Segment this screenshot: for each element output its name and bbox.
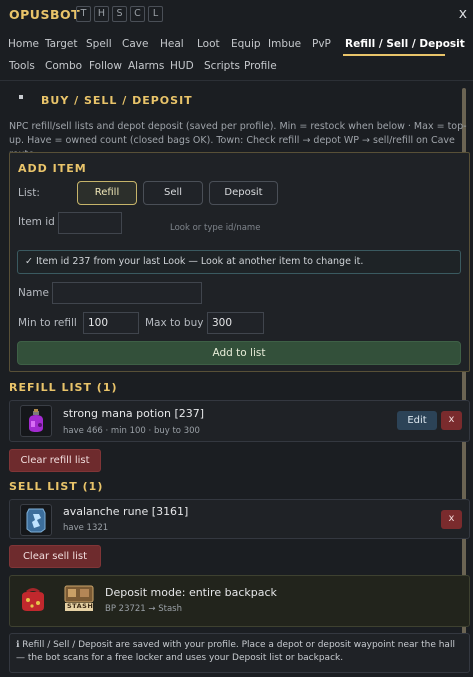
tab-hud[interactable]: HUD bbox=[170, 60, 194, 72]
add-to-list-button[interactable]: Add to list bbox=[17, 341, 461, 365]
sell-item-name: avalanche rune [3161] bbox=[63, 505, 189, 518]
last-look-info: ✓ Item id 237 from your last Look — Look… bbox=[17, 250, 461, 274]
remove-sell-item-button[interactable]: x bbox=[441, 510, 462, 529]
tab-spell[interactable]: Spell bbox=[86, 38, 112, 50]
tab-cave[interactable]: Cave bbox=[122, 38, 148, 50]
min-refill-label: Min to refill bbox=[18, 317, 77, 329]
clear-sell-list-button[interactable]: Clear sell list bbox=[9, 545, 101, 568]
tab-combo[interactable]: Combo bbox=[45, 60, 82, 72]
tab-bar-secondary: Tools Combo Follow Alarms HUD Scripts Pr… bbox=[0, 56, 473, 78]
tab-equip[interactable]: Equip bbox=[231, 38, 261, 50]
tab-loot[interactable]: Loot bbox=[197, 38, 220, 50]
sell-list-heading: SELL LIST (1) bbox=[9, 480, 104, 493]
min-refill-input[interactable]: 100 bbox=[83, 312, 139, 334]
stash-icon: STASH bbox=[62, 581, 96, 615]
mini-button-c[interactable]: C bbox=[130, 6, 145, 22]
max-buy-input[interactable]: 300 bbox=[207, 312, 264, 334]
clear-refill-list-button[interactable]: Clear refill list bbox=[9, 449, 101, 472]
deposit-mode-detail: BP 23721 → Stash bbox=[105, 604, 182, 614]
name-label: Name bbox=[18, 287, 49, 299]
section-bullet-icon bbox=[19, 95, 23, 99]
tab-bar-primary: Home Target Spell Cave Heal Loot Equip I… bbox=[0, 34, 473, 56]
tab-target[interactable]: Target bbox=[45, 38, 77, 50]
sell-item-stats: have 1321 bbox=[63, 523, 109, 533]
tab-tools[interactable]: Tools bbox=[9, 60, 35, 72]
tab-divider bbox=[0, 80, 473, 81]
tab-pvp[interactable]: PvP bbox=[312, 38, 331, 50]
tab-follow[interactable]: Follow bbox=[89, 60, 122, 72]
list-option-sell[interactable]: Sell bbox=[143, 181, 203, 205]
tab-imbue[interactable]: Imbue bbox=[268, 38, 301, 50]
deposit-mode-title: Deposit mode: entire backpack bbox=[105, 586, 277, 599]
refill-item-name: strong mana potion [237] bbox=[63, 407, 205, 420]
max-buy-label: Max to buy bbox=[145, 317, 204, 329]
stash-label: STASH bbox=[67, 602, 94, 610]
page-title: BUY / SELL / DEPOSIT bbox=[41, 94, 193, 107]
mini-button-h[interactable]: H bbox=[94, 6, 109, 22]
tab-scripts[interactable]: Scripts bbox=[204, 60, 240, 72]
mini-button-l[interactable]: L bbox=[148, 6, 163, 22]
mini-button-s[interactable]: S bbox=[112, 6, 127, 22]
add-item-heading: ADD ITEM bbox=[18, 162, 87, 175]
mini-toolbar: T H S C L bbox=[76, 6, 163, 22]
tab-heal[interactable]: Heal bbox=[160, 38, 184, 50]
mana-potion-icon bbox=[20, 405, 52, 437]
tab-alarms[interactable]: Alarms bbox=[128, 60, 164, 72]
profile-save-note: ℹ Refill / Sell / Deposit are saved with… bbox=[9, 633, 470, 673]
tab-home[interactable]: Home bbox=[8, 38, 39, 50]
title-bar: OPUSBOT T H S C L x bbox=[0, 0, 473, 30]
refill-list-heading: REFILL LIST (1) bbox=[9, 381, 118, 394]
close-button[interactable]: x bbox=[459, 6, 467, 22]
tab-refill-sell-deposit[interactable]: Refill / Sell / Deposit bbox=[345, 38, 465, 50]
mini-button-t[interactable]: T bbox=[76, 6, 91, 22]
refill-item-stats: have 466 · min 100 · buy to 300 bbox=[63, 426, 200, 436]
list-option-deposit[interactable]: Deposit bbox=[209, 181, 278, 205]
item-id-label: Item id bbox=[18, 216, 55, 228]
tab-profile[interactable]: Profile bbox=[244, 60, 277, 72]
edit-refill-item-button[interactable]: Edit bbox=[397, 411, 437, 430]
app-title: OPUSBOT bbox=[9, 7, 81, 22]
backpack-icon bbox=[17, 582, 49, 614]
rune-icon bbox=[20, 504, 52, 536]
list-label: List: bbox=[18, 187, 40, 199]
name-input[interactable] bbox=[52, 282, 202, 304]
list-option-refill[interactable]: Refill bbox=[77, 181, 137, 205]
item-id-hint: Look or type id/name bbox=[170, 223, 261, 233]
remove-refill-item-button[interactable]: x bbox=[441, 411, 462, 430]
item-id-input[interactable] bbox=[58, 212, 122, 234]
